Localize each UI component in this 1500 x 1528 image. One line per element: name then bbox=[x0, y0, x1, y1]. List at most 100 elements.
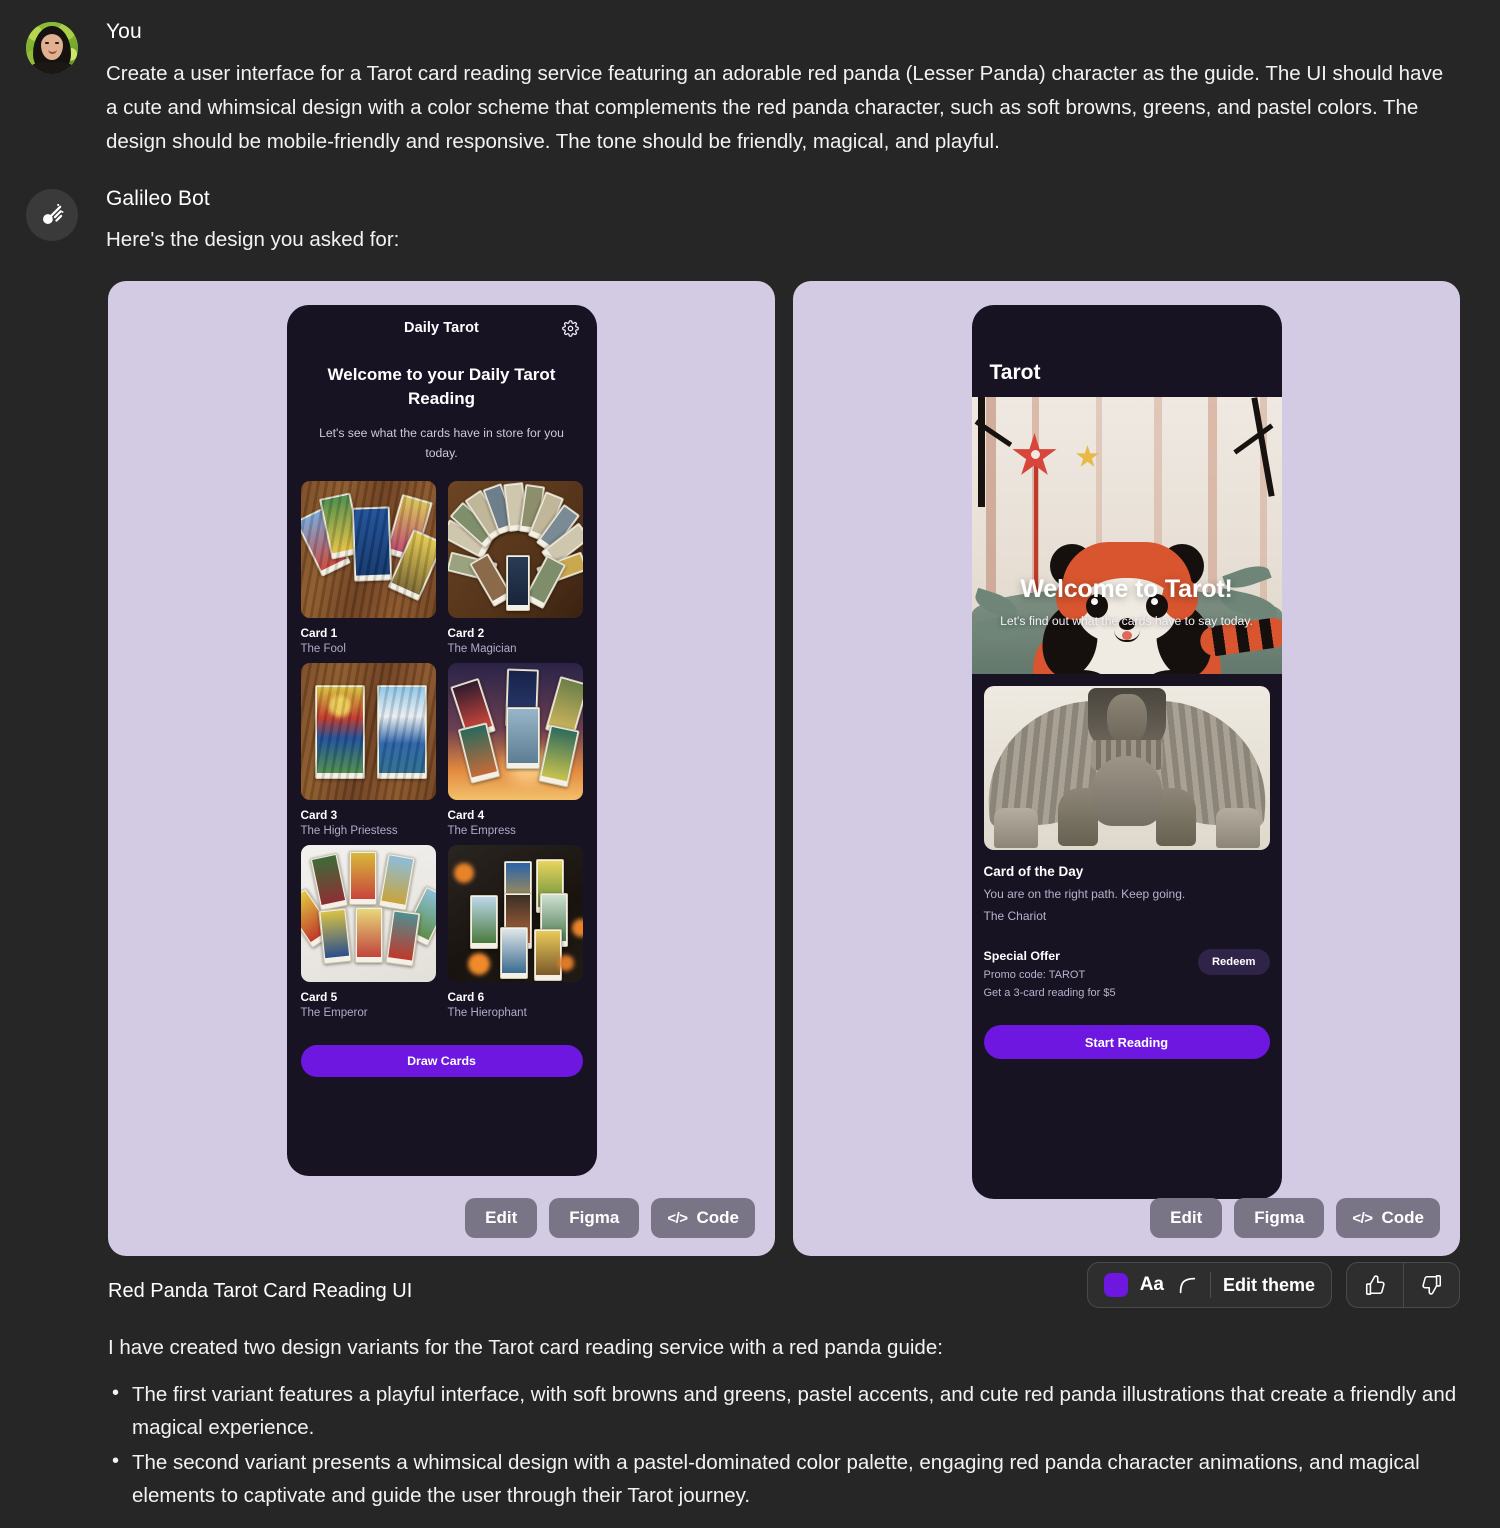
tarot-card-name: The Empress bbox=[447, 825, 516, 837]
tarot-card-image bbox=[300, 845, 436, 982]
tarot-card-label: Card 1 bbox=[300, 626, 338, 640]
app-root: You Create a user interface for a Tarot … bbox=[0, 0, 1500, 1528]
tarot-card-label: Card 6 bbox=[447, 990, 485, 1004]
bot-avatar-wrap bbox=[26, 187, 84, 257]
variant-one-actions: Edit Figma </> Code bbox=[465, 1198, 755, 1238]
edit-theme-button[interactable]: Edit theme bbox=[1223, 1275, 1315, 1296]
list-item: The second variant presents a whimsical … bbox=[108, 1445, 1460, 1512]
edit-button[interactable]: Edit bbox=[1150, 1198, 1223, 1238]
tarot-card-name: The Hierophant bbox=[447, 1007, 527, 1019]
comet-icon bbox=[26, 189, 78, 241]
edit-button[interactable]: Edit bbox=[465, 1198, 538, 1238]
avatar-shoulder bbox=[30, 62, 74, 74]
design-bullet-list: The first variant features a playful int… bbox=[108, 1377, 1460, 1512]
design-variants: Daily Tarot Welcome to your Daily Tarot … bbox=[0, 257, 1500, 1256]
corner-radius-icon[interactable] bbox=[1176, 1274, 1198, 1296]
red-panda-hero-illustration: Welcome to Tarot! Let's find out what th… bbox=[971, 397, 1282, 674]
tree-branch bbox=[977, 397, 985, 507]
card-of-the-day-description: You are on the right path. Keep going. bbox=[983, 887, 1186, 901]
typography-label[interactable]: Aa bbox=[1140, 1274, 1164, 1296]
hero-text-overlay: Welcome to Tarot! Let's find out what th… bbox=[972, 575, 1282, 628]
avatar-eye-left bbox=[45, 42, 49, 44]
sphinx-leg bbox=[1155, 788, 1196, 846]
theme-toolbar: Aa Edit theme bbox=[1086, 1262, 1460, 1308]
tarot-card-image bbox=[447, 481, 583, 618]
design-intro: I have created two design variants for t… bbox=[108, 1336, 943, 1359]
special-offer-text: Special Offer Promo code: TAROT Get a 3-… bbox=[984, 949, 1116, 999]
tarot-card-name: The Emperor bbox=[300, 1007, 368, 1019]
gear-icon[interactable] bbox=[561, 318, 581, 338]
tarot-card-grid: Card 1 The Fool Card 2 The Magician Card… bbox=[287, 463, 597, 1019]
tarot-card-name: The Magician bbox=[447, 643, 517, 655]
card-of-the-day-name: The Chariot bbox=[983, 909, 1047, 923]
tarot-card-item[interactable]: Card 3 The High Priestess bbox=[300, 663, 436, 837]
phone-mockup-two: Tarot Welcome to Tarot! Let's find out w… bbox=[971, 305, 1282, 1199]
bot-name: Galileo Bot bbox=[106, 187, 210, 210]
hero-subtitle: Let's find out what the cards have to sa… bbox=[1000, 614, 1253, 628]
response-footer: Red Panda Tarot Card Reading UI I have c… bbox=[0, 1256, 1500, 1512]
tarot-card-image bbox=[300, 663, 436, 800]
sphinx-side-statue bbox=[993, 808, 1038, 848]
variant-two-panel: Tarot Welcome to Tarot! Let's find out w… bbox=[793, 281, 1460, 1256]
user-message: You Create a user interface for a Tarot … bbox=[0, 0, 1500, 159]
tarot-card-item[interactable]: Card 4 The Empress bbox=[447, 663, 583, 837]
tarot-card-image bbox=[300, 481, 436, 618]
bot-message-body: Galileo Bot Here's the design you asked … bbox=[106, 187, 1460, 257]
avatar-eye-right bbox=[55, 42, 59, 44]
special-offer-title: Special Offer bbox=[983, 949, 1060, 963]
bot-message: Galileo Bot Here's the design you asked … bbox=[0, 159, 1500, 257]
tarot-card-name: The Fool bbox=[300, 643, 346, 655]
tarot-card-item[interactable]: Card 2 The Magician bbox=[447, 481, 583, 655]
thumbs-up-icon[interactable] bbox=[1347, 1263, 1403, 1307]
figma-button[interactable]: Figma bbox=[549, 1198, 640, 1238]
color-swatch[interactable] bbox=[1103, 1273, 1128, 1297]
sphinx-torso bbox=[1091, 756, 1162, 826]
list-item: The first variant features a playful int… bbox=[108, 1377, 1460, 1444]
card-of-the-day-title: Card of the Day bbox=[983, 864, 1084, 879]
variant-two-actions: Edit Figma </> Code bbox=[1150, 1198, 1440, 1238]
start-reading-button[interactable]: Start Reading bbox=[983, 1025, 1270, 1059]
redeem-button[interactable]: Redeem bbox=[1197, 949, 1270, 975]
tarot-card-item[interactable]: Card 6 The Hierophant bbox=[447, 845, 583, 1019]
variant-one-title: Daily Tarot bbox=[404, 320, 479, 336]
phone-mockup-one: Daily Tarot Welcome to your Daily Tarot … bbox=[286, 305, 597, 1176]
tarot-card-item[interactable]: Card 1 The Fool bbox=[300, 481, 436, 655]
offer-detail-line: Get a 3-card reading for $5 bbox=[983, 987, 1116, 999]
variant-one-panel: Daily Tarot Welcome to your Daily Tarot … bbox=[108, 281, 775, 1256]
user-message-text: Create a user interface for a Tarot card… bbox=[106, 62, 1444, 153]
figma-button[interactable]: Figma bbox=[1234, 1198, 1325, 1238]
thumbs-down-icon[interactable] bbox=[1403, 1263, 1459, 1307]
variant-one-hero: Welcome to your Daily Tarot Reading Let'… bbox=[287, 351, 597, 463]
tarot-card-label: Card 5 bbox=[300, 990, 338, 1004]
variant-one-topbar: Daily Tarot bbox=[287, 305, 597, 351]
tarot-card-label: Card 4 bbox=[447, 808, 485, 822]
tarot-card-item[interactable]: Card 5 The Emperor bbox=[300, 845, 436, 1019]
code-icon: </> bbox=[1352, 1209, 1373, 1227]
user-avatar-wrap bbox=[26, 20, 84, 159]
code-button-label: Code bbox=[1381, 1208, 1425, 1227]
code-button[interactable]: </> Code bbox=[651, 1198, 755, 1238]
tarot-card-label: Card 2 bbox=[447, 626, 485, 640]
sphinx-side-statue bbox=[1215, 808, 1260, 848]
code-button-label: Code bbox=[696, 1208, 740, 1227]
card-of-the-day-image bbox=[983, 686, 1270, 850]
tarot-card-label: Card 3 bbox=[300, 808, 338, 822]
tarot-card-image bbox=[447, 845, 583, 982]
sphinx-face bbox=[1106, 694, 1147, 746]
user-message-body: You Create a user interface for a Tarot … bbox=[106, 20, 1460, 159]
avatar bbox=[26, 22, 78, 74]
promo-code-line: Promo code: TAROT bbox=[983, 969, 1086, 981]
user-name: You bbox=[106, 20, 142, 43]
draw-cards-button[interactable]: Draw Cards bbox=[300, 1045, 583, 1077]
variant-one-headline: Welcome to your Daily Tarot Reading bbox=[327, 365, 556, 408]
code-button[interactable]: </> Code bbox=[1336, 1198, 1440, 1238]
theme-controls: Aa Edit theme bbox=[1086, 1262, 1332, 1308]
bot-message-text: Here's the design you asked for: bbox=[106, 228, 400, 251]
code-icon: </> bbox=[667, 1209, 688, 1227]
feedback-buttons bbox=[1346, 1262, 1460, 1308]
panda-tongue bbox=[1121, 631, 1132, 640]
variant-two-topbar: Tarot bbox=[972, 305, 1282, 397]
variant-two-title: Tarot bbox=[989, 361, 1041, 384]
variant-one-subtitle: Let's see what the cards have in store f… bbox=[319, 426, 564, 460]
variant-two-body: Card of the Day You are on the right pat… bbox=[972, 674, 1282, 1059]
